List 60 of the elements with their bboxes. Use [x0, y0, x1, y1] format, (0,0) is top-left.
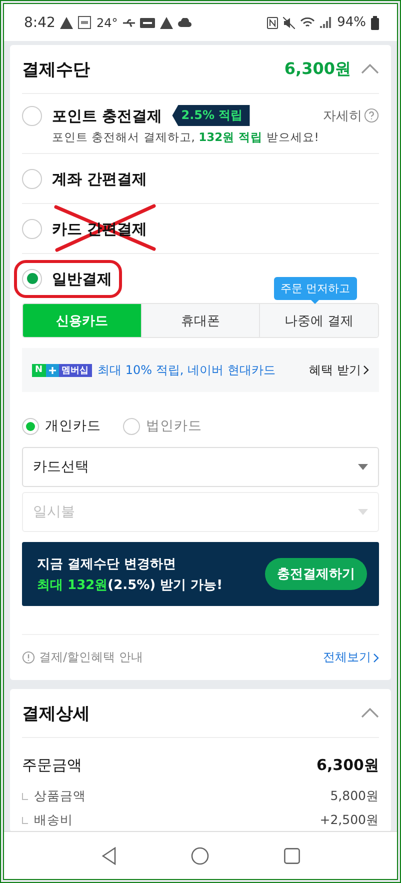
usb-icon: [122, 18, 135, 28]
info-text: 결제/할인혜택 안내: [39, 649, 144, 666]
section-title: 결제상세: [22, 702, 91, 724]
benefit-link[interactable]: 혜택 받기: [309, 362, 369, 378]
details-link[interactable]: 자세히: [323, 106, 362, 124]
battery-icon: [371, 16, 379, 30]
option-label: 일반결제: [52, 270, 112, 288]
chevron-right-icon: [363, 365, 369, 375]
app-notification-icon: [78, 16, 92, 29]
radio-button[interactable]: [22, 268, 42, 288]
signal-icon: [320, 17, 332, 28]
dropdown-field[interactable]: 카드선택: [22, 447, 379, 487]
radio-button[interactable]: [22, 106, 42, 126]
payment-tab[interactable]: 휴대폰: [140, 304, 260, 337]
temperature: 24°: [96, 16, 118, 30]
view-all-link[interactable]: 전체보기: [323, 649, 379, 666]
caret-icon: [358, 509, 368, 515]
section-title: 결제수단: [22, 58, 91, 80]
promo-text: 최대 10% 적립, 네이버 현대카드: [98, 362, 276, 378]
banner-text: 지금 결제수단 변경하면: [37, 556, 178, 572]
option-label: 포인트 충전결제: [52, 106, 162, 124]
recents-icon[interactable]: [284, 848, 300, 864]
nfc-icon: [267, 16, 278, 28]
payment-tab[interactable]: 나중에 결제: [259, 304, 378, 337]
charge-pay-button[interactable]: 충전결제하기: [265, 558, 367, 590]
cloud-icon: [178, 18, 192, 27]
status-time: 8:42: [24, 14, 56, 30]
caret-icon: [358, 464, 368, 470]
chevron-up-icon[interactable]: [361, 708, 379, 718]
detail-label: 주문금액: [22, 756, 82, 774]
detail-label: 배송비: [34, 812, 73, 828]
radio-button[interactable]: [22, 168, 42, 188]
home-icon[interactable]: [191, 846, 210, 864]
warning-icon: [160, 16, 173, 28]
radio-button[interactable]: [22, 418, 39, 434]
detail-value: +2,500원: [320, 812, 379, 828]
reward-badge: 2.5% 적립: [172, 105, 250, 126]
chevron-right-icon: [373, 652, 379, 662]
radio-button[interactable]: [22, 218, 42, 238]
warning-icon: [60, 16, 74, 28]
banner-text: 최대 132원(2.5%) 받기 가능!: [37, 576, 224, 594]
indent-icon: [22, 816, 28, 824]
detail-label: 상품금액: [34, 788, 86, 804]
detail-value: 6,300원: [316, 756, 379, 774]
back-icon[interactable]: [101, 846, 118, 864]
wifi-icon: [300, 16, 316, 28]
option-description: 포인트 충전해서 결제하고, 132원 적립 받으세요!: [52, 130, 320, 145]
total-amount: 6,300원: [284, 58, 351, 80]
battery-percent: 94%: [337, 15, 366, 30]
detail-value: 5,800원: [330, 788, 379, 804]
radio-label: 법인카드: [146, 417, 202, 435]
help-icon[interactable]: [364, 108, 379, 123]
indent-icon: [22, 792, 28, 800]
mute-icon: [283, 16, 296, 28]
info-icon: [22, 651, 35, 664]
option-label: 계좌 간편결제: [52, 170, 148, 188]
radio-label: 개인카드: [45, 417, 101, 435]
chevron-up-icon[interactable]: [361, 64, 379, 74]
radio-button[interactable]: [123, 418, 140, 434]
card-icon: [140, 18, 155, 28]
